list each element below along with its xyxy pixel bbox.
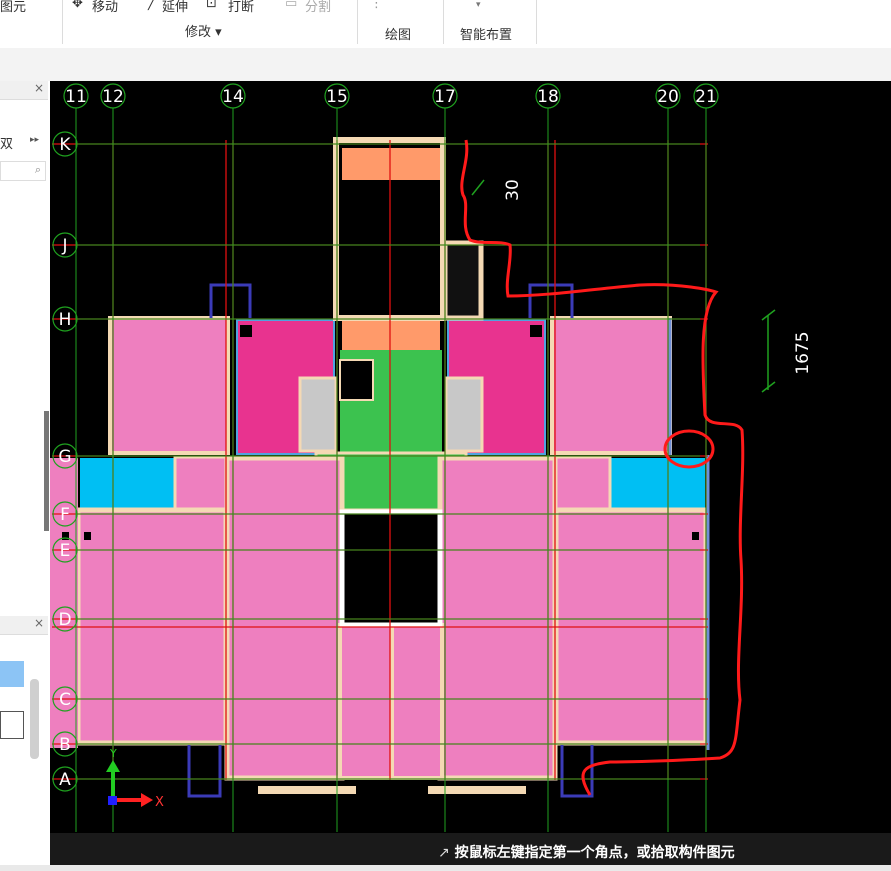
group-draw[interactable]: 绘图 [385, 24, 411, 43]
ribbon-separator [62, 0, 63, 44]
close-icon[interactable]: × [34, 616, 44, 630]
dropdown-icon[interactable]: ▾ [476, 0, 481, 10]
axis-label: 18 [537, 87, 559, 107]
axis-label: 21 [695, 87, 717, 107]
axis-label: 17 [434, 87, 456, 107]
axis-label: C [59, 690, 71, 710]
axis-label: A [59, 770, 71, 790]
break-icon[interactable]: ⊡ [206, 0, 217, 11]
move-icon[interactable]: ✥ [72, 0, 83, 11]
toolbar-strip [0, 48, 891, 82]
panel-label: 双 [0, 137, 14, 152]
scrollbar[interactable] [30, 679, 39, 759]
axis-bubble-top: 20 [655, 83, 681, 109]
ribbon-item-split[interactable]: 分割 [305, 0, 331, 15]
command-prompt: ↗ 按鼠标左键指定第一个角点，或拾取构件图元 [438, 842, 735, 862]
axis-bubble-top: 18 [535, 83, 561, 109]
close-icon[interactable]: × [34, 81, 44, 95]
axis-bubble-top: 21 [693, 83, 719, 109]
group-smart-layout[interactable]: 智能布置 [460, 24, 512, 43]
ribbon-item-break[interactable]: 打断 [228, 0, 254, 15]
axis-label: B [59, 735, 71, 755]
ribbon-separator [443, 0, 444, 44]
ribbon-item-element[interactable]: 图元 [0, 0, 26, 15]
axis-label: H [59, 310, 72, 330]
ribbon-separator [357, 0, 358, 44]
ribbon-item-move[interactable]: 移动 [92, 0, 118, 15]
panel-header-2: × [0, 616, 48, 635]
search-input[interactable]: ⌕ [0, 161, 46, 181]
extend-icon[interactable]: ╱ [148, 0, 156, 11]
svg-text:30: 30 [503, 179, 523, 201]
axis-label: K [59, 135, 71, 155]
ribbon-toolbar: 图元 ✥ 移动 ╱ 延伸 ⊡ 打断 ▭ 分割 修改 ▾ ⋮ 绘图 ▾ 智能布置 [0, 0, 891, 49]
axis-label: G [58, 447, 71, 467]
axis-bubble-top: 15 [324, 83, 350, 109]
floor-plan[interactable]: 1112141517182021 1113161921 KJHGFEDCBA 3… [50, 81, 891, 865]
svg-text:Y: Y [109, 747, 117, 760]
search-icon: ⌕ [34, 163, 41, 176]
command-prompt-text: 按鼠标左键指定第一个角点，或拾取构件图元 [454, 845, 735, 861]
svg-text:X: X [155, 795, 164, 810]
selected-row[interactable] [0, 661, 24, 687]
svg-text:1675: 1675 [793, 331, 813, 374]
axis-label: 15 [326, 87, 348, 107]
axis-label: 14 [222, 87, 244, 107]
panel-header: × [0, 81, 48, 100]
axis-label: D [58, 610, 71, 630]
axis-bubble-top: 17 [432, 83, 458, 109]
left-panel: × 双 ▸▸ ⌕ × [0, 81, 50, 871]
axis-label: 12 [102, 87, 124, 107]
panel-scroll-handle[interactable] [44, 411, 49, 531]
axis-label: E [60, 541, 71, 561]
axis-bubble-top: 11 [63, 83, 89, 109]
draw-tool-icon[interactable]: ⋮ [370, 0, 383, 11]
axis-label: J [61, 236, 67, 256]
axis-label: 11 [65, 87, 87, 107]
group-modify[interactable]: 修改 ▾ [185, 21, 222, 40]
expand-icon[interactable]: ▸▸ [30, 135, 39, 145]
property-field[interactable] [0, 711, 24, 739]
drawing-canvas[interactable]: 1112141517182021 1113161921 KJHGFEDCBA 3… [50, 81, 891, 865]
ribbon-item-extend[interactable]: 延伸 [162, 0, 188, 15]
ribbon-separator [536, 0, 537, 44]
axis-bubble-top: 12 [100, 83, 126, 109]
axis-bubble-top: 14 [220, 83, 246, 109]
bottom-edge [0, 865, 891, 871]
cursor-icon: ↗ [438, 845, 450, 861]
axis-label: F [60, 505, 70, 525]
axis-label: 20 [657, 87, 679, 107]
split-icon[interactable]: ▭ [285, 0, 297, 11]
